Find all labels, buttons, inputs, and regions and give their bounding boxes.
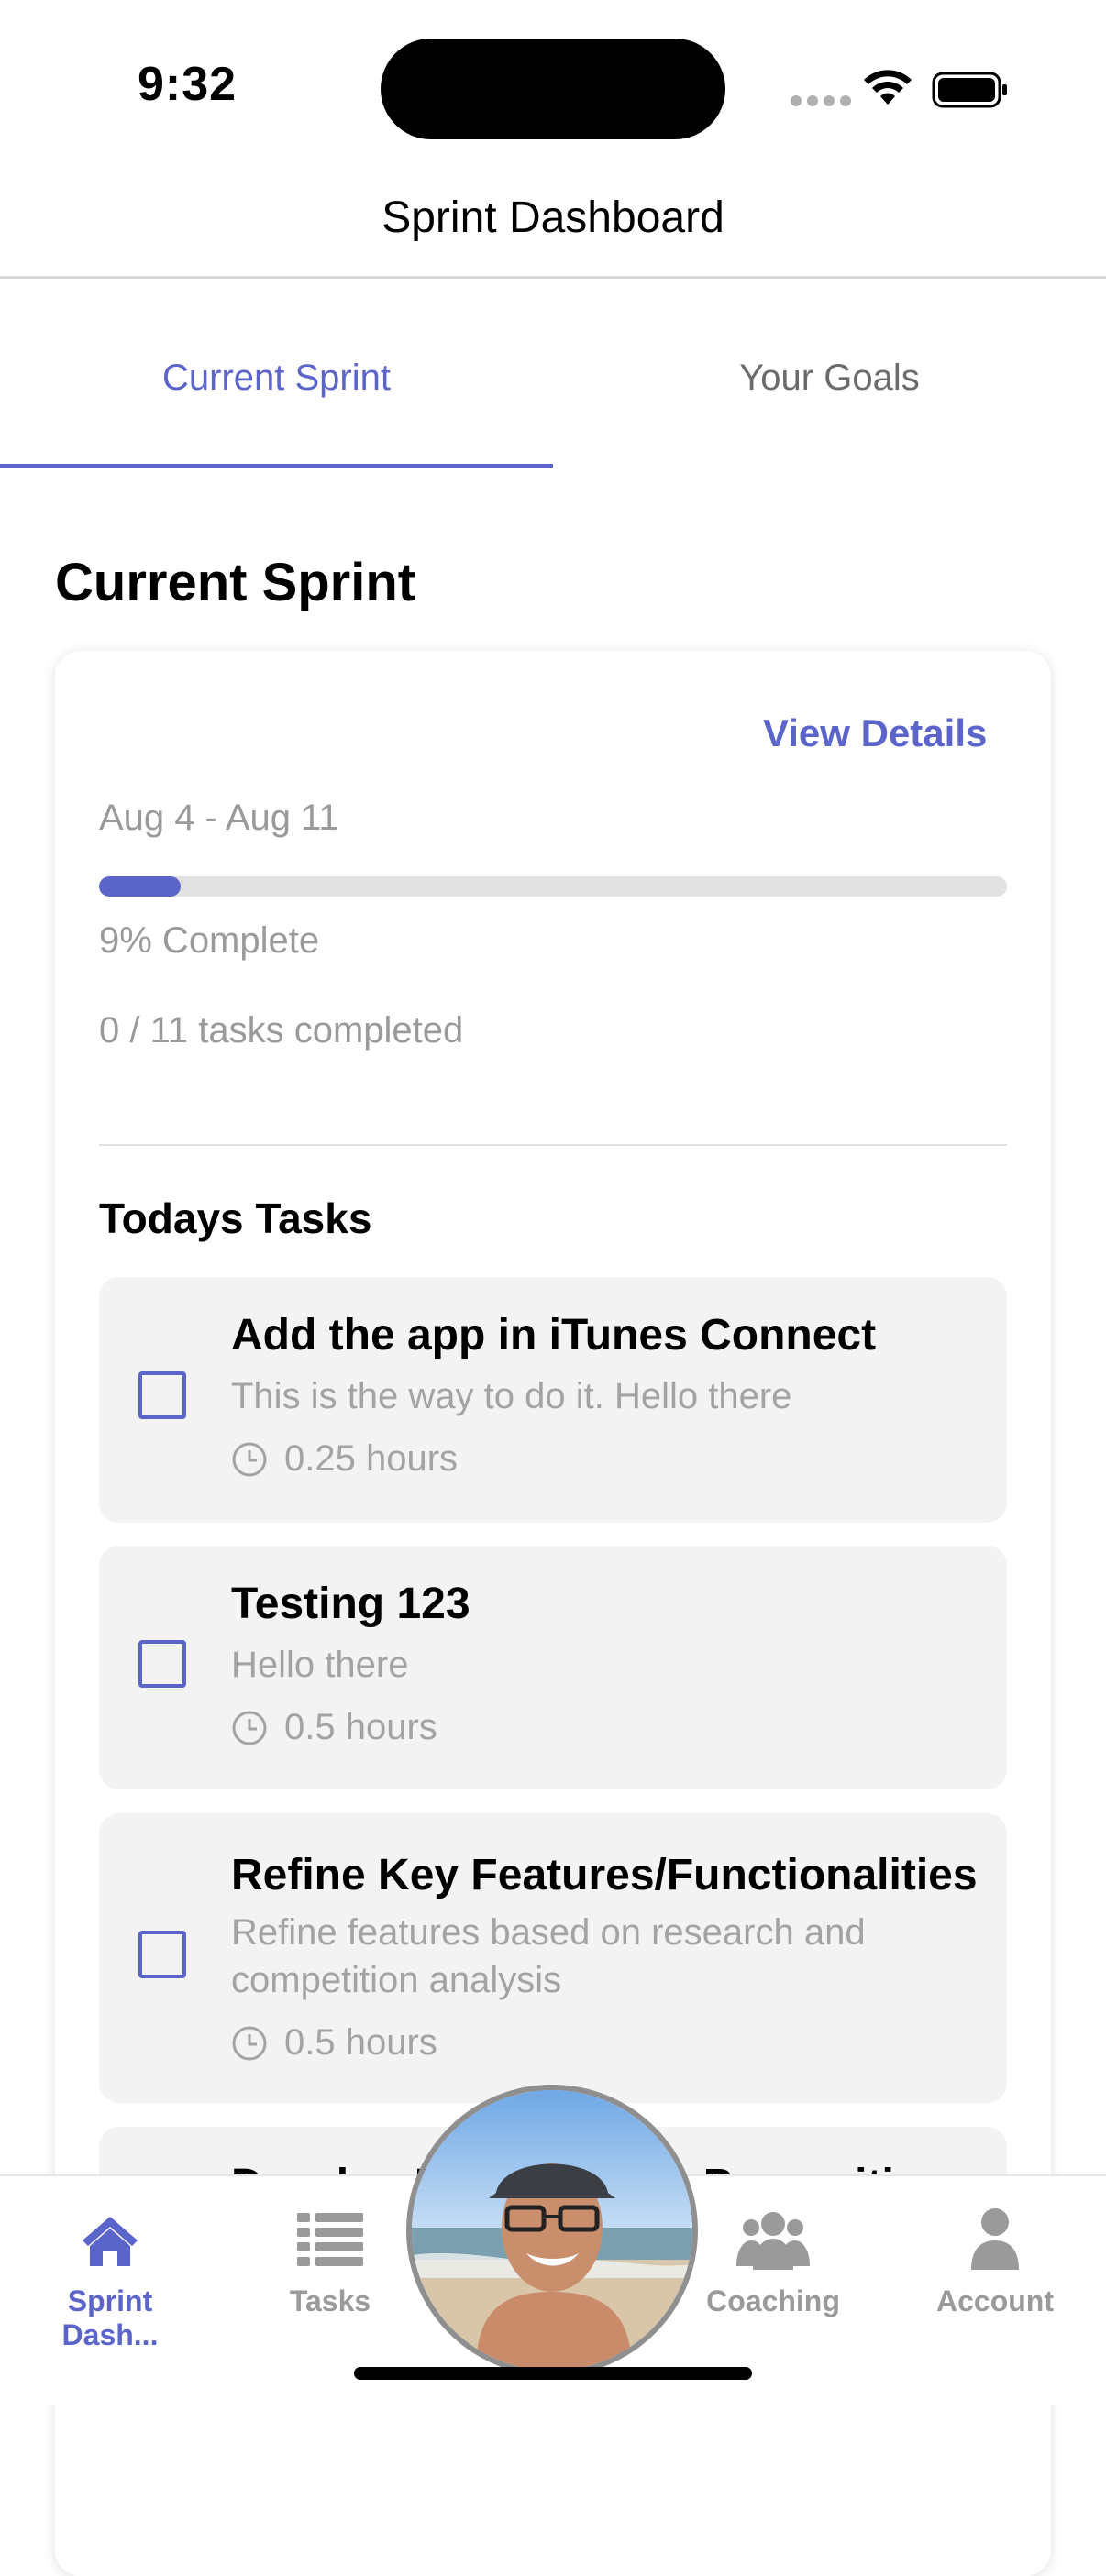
clock-icon xyxy=(232,1442,267,1476)
person-icon xyxy=(971,2208,1019,2270)
task-item[interactable]: Testing 123 Hello there 0.5 hours xyxy=(99,1546,1007,1789)
task-description: This is the way to do it. Hello there xyxy=(231,1376,792,1416)
tabbar-item-sprint-dashboard[interactable]: Sprint Dash... xyxy=(18,2200,202,2352)
tabbar-label: Sprint Dash... xyxy=(61,2284,159,2351)
task-description: Hello there xyxy=(231,1645,409,1685)
tabbar-label: Coaching xyxy=(706,2284,840,2317)
home-indicator xyxy=(354,2367,752,2380)
tab-current-sprint[interactable]: Current Sprint xyxy=(0,358,553,399)
todays-tasks-heading: Todays Tasks xyxy=(99,1194,372,1242)
task-item[interactable]: Refine Key Features/Functionalities Refi… xyxy=(99,1813,1007,2103)
tabbar-label: Account xyxy=(936,2284,1054,2317)
tabbar-item-account[interactable]: Account xyxy=(903,2200,1087,2318)
task-duration: 0.5 hours xyxy=(231,2022,437,2064)
sprint-date-range: Aug 4 - Aug 11 xyxy=(99,798,339,838)
sprint-progress-fill xyxy=(99,876,182,897)
tabbar-item-coaching[interactable]: Coaching xyxy=(681,2200,865,2318)
tabbar-label: Tasks xyxy=(289,2284,371,2317)
task-hours-label: 0.25 hours xyxy=(284,1438,459,1479)
page-title: Sprint Dashboard xyxy=(382,193,724,242)
task-checkbox[interactable] xyxy=(138,1371,186,1419)
battery-icon xyxy=(932,72,1007,108)
task-duration: 0.25 hours xyxy=(231,1438,458,1480)
card-divider xyxy=(99,1144,1007,1146)
task-description: Refine features based on research and co… xyxy=(231,1912,866,2000)
view-details-link[interactable]: View Details xyxy=(763,711,987,755)
task-title: Testing 123 xyxy=(231,1580,470,1628)
profile-avatar[interactable] xyxy=(406,2085,698,2376)
avatar-photo xyxy=(412,2090,692,2371)
sprint-progress-bar xyxy=(99,876,1007,897)
cellular-signal-icon xyxy=(791,95,851,106)
progress-percent-label: 9% Complete xyxy=(99,920,320,961)
task-checkbox[interactable] xyxy=(138,1640,186,1688)
task-item[interactable]: Add the app in iTunes Connect This is th… xyxy=(99,1277,1007,1523)
tabbar-item-tasks[interactable]: Tasks xyxy=(238,2200,422,2318)
people-icon xyxy=(736,2212,810,2270)
tasks-completed-count: 0 / 11 tasks completed xyxy=(99,1010,464,1051)
active-tab-indicator xyxy=(0,464,553,468)
status-time: 9:32 xyxy=(138,58,238,111)
task-title: Add the app in iTunes Connect xyxy=(231,1311,877,1360)
task-title: Refine Key Features/Functionalities xyxy=(231,1851,978,1899)
task-hours-label: 0.5 hours xyxy=(284,2022,437,2063)
wifi-icon xyxy=(864,70,912,105)
tab-your-goals[interactable]: Your Goals xyxy=(553,358,1106,399)
nav-divider xyxy=(0,276,1106,279)
list-icon xyxy=(297,2213,363,2266)
task-hours-label: 0.5 hours xyxy=(284,1707,437,1747)
clock-icon xyxy=(232,2026,267,2060)
dynamic-island xyxy=(381,39,725,139)
clock-icon xyxy=(232,1711,267,1745)
section-title: Current Sprint xyxy=(55,553,416,612)
task-checkbox[interactable] xyxy=(138,1931,186,1978)
task-duration: 0.5 hours xyxy=(231,1707,437,1748)
house-icon xyxy=(83,2217,138,2266)
